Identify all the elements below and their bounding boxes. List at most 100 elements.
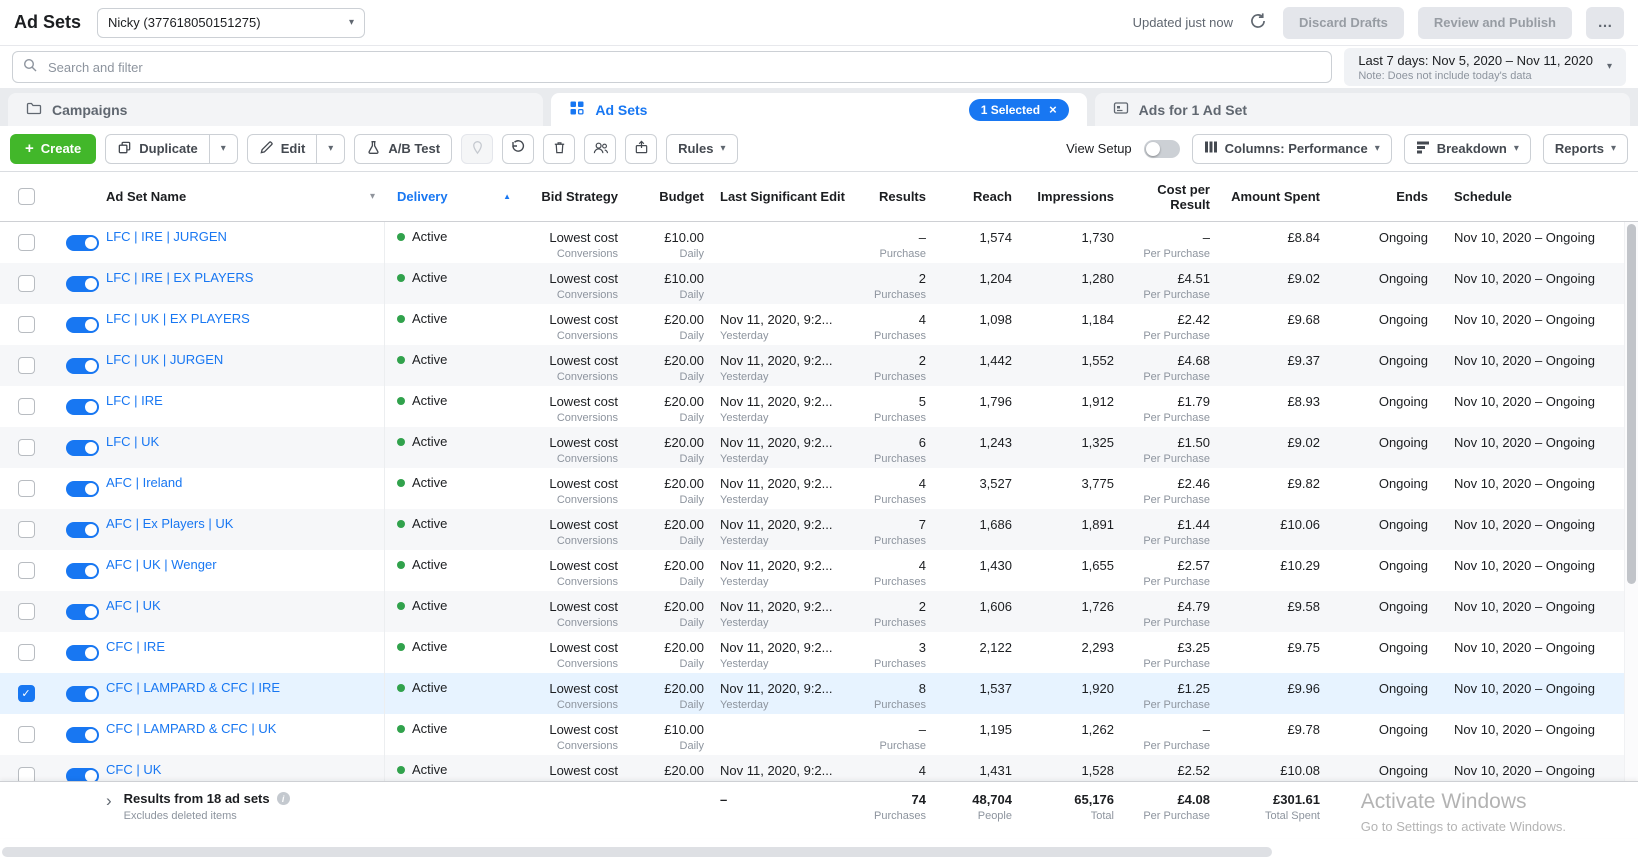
row-checkbox[interactable]: [18, 767, 35, 781]
more-options-button[interactable]: …: [1586, 7, 1624, 39]
audiences-button[interactable]: [584, 134, 616, 164]
row-checkbox[interactable]: [18, 234, 35, 251]
rules-button[interactable]: Rules ▾: [666, 134, 737, 164]
review-and-publish-button[interactable]: Review and Publish: [1418, 7, 1572, 39]
status-toggle[interactable]: [66, 276, 99, 292]
expand-totals-chevron[interactable]: ›: [106, 792, 112, 809]
horizontal-scrollbar[interactable]: [0, 838, 1638, 866]
table-row[interactable]: CFC | LAMPARD & CFC | IRE Active Lowest …: [0, 673, 1638, 714]
table-row[interactable]: CFC | LAMPARD & CFC | UK Active Lowest c…: [0, 714, 1638, 755]
row-checkbox[interactable]: [18, 275, 35, 292]
status-toggle[interactable]: [66, 235, 99, 251]
row-checkbox[interactable]: [18, 398, 35, 415]
edit-button[interactable]: Edit: [247, 134, 318, 164]
horizontal-scrollbar-thumb[interactable]: [2, 847, 1272, 857]
status-toggle[interactable]: [66, 686, 99, 702]
ad-set-name-link[interactable]: CFC | UK: [106, 762, 161, 777]
table-row[interactable]: LFC | UK | JURGEN Active Lowest costConv…: [0, 345, 1638, 386]
ad-set-name-link[interactable]: LFC | UK: [106, 434, 159, 449]
duplicate-dropdown-button[interactable]: ▾: [210, 134, 238, 164]
select-all-checkbox[interactable]: [18, 188, 35, 205]
column-header-reach[interactable]: Reach: [940, 189, 1026, 204]
ad-set-name-link[interactable]: LFC | IRE | EX PLAYERS: [106, 270, 253, 285]
status-toggle[interactable]: [66, 399, 99, 415]
status-toggle[interactable]: [66, 358, 99, 374]
breakdown-button[interactable]: Breakdown ▾: [1404, 134, 1531, 164]
column-header-results[interactable]: Results: [848, 189, 940, 204]
tab-ads[interactable]: Ads for 1 Ad Set: [1095, 93, 1630, 126]
column-header-last-significant-edit[interactable]: Last Significant Edit: [718, 189, 848, 204]
reports-button[interactable]: Reports ▾: [1543, 134, 1628, 164]
revert-button[interactable]: [502, 134, 534, 164]
columns-button[interactable]: Columns: Performance ▾: [1192, 134, 1392, 164]
column-header-impressions[interactable]: Impressions: [1026, 189, 1128, 204]
scrollbar-thumb[interactable]: [1627, 224, 1636, 584]
table-row[interactable]: LFC | UK Active Lowest costConversions £…: [0, 427, 1638, 468]
table-row[interactable]: LFC | IRE Active Lowest costConversions …: [0, 386, 1638, 427]
row-checkbox[interactable]: [18, 603, 35, 620]
status-toggle[interactable]: [66, 440, 99, 456]
row-checkbox[interactable]: [18, 562, 35, 579]
ab-test-button[interactable]: A/B Test: [354, 134, 452, 164]
account-selector[interactable]: Nicky (377618050151275) ▾: [97, 8, 365, 38]
vertical-scrollbar[interactable]: [1624, 222, 1638, 781]
view-setup-toggle[interactable]: [1144, 140, 1180, 158]
status-toggle[interactable]: [66, 645, 99, 661]
ad-set-name-link[interactable]: CFC | LAMPARD & CFC | IRE: [106, 680, 280, 695]
table-row[interactable]: LFC | IRE | EX PLAYERS Active Lowest cos…: [0, 263, 1638, 304]
status-toggle[interactable]: [66, 481, 99, 497]
column-header-bid-strategy[interactable]: Bid Strategy: [527, 189, 632, 204]
tab-ad-sets[interactable]: Ad Sets 1 Selected ×: [551, 93, 1086, 126]
ad-set-name-link[interactable]: LFC | IRE | JURGEN: [106, 229, 227, 244]
table-row[interactable]: AFC | UK Active Lowest costConversions £…: [0, 591, 1638, 632]
date-range-selector[interactable]: Last 7 days: Nov 5, 2020 – Nov 11, 2020 …: [1344, 48, 1626, 86]
ad-set-name-link[interactable]: LFC | IRE: [106, 393, 163, 408]
column-header-ends[interactable]: Ends: [1334, 189, 1442, 204]
ad-set-name-link[interactable]: LFC | UK | JURGEN: [106, 352, 223, 367]
column-header-schedule[interactable]: Schedule: [1442, 189, 1638, 204]
edit-dropdown-button[interactable]: ▾: [317, 134, 345, 164]
pin-button[interactable]: [461, 134, 493, 164]
row-checkbox[interactable]: [18, 316, 35, 333]
column-header-delivery[interactable]: Delivery ▲: [385, 189, 527, 204]
row-checkbox[interactable]: [18, 439, 35, 456]
ad-set-name-link[interactable]: AFC | Ireland: [106, 475, 182, 490]
table-row[interactable]: CFC | UK Active Lowest costConversions £…: [0, 755, 1638, 781]
column-header-ad-set-name[interactable]: Ad Set Name ▾: [100, 189, 385, 204]
row-checkbox[interactable]: [18, 685, 35, 702]
table-row[interactable]: AFC | UK | Wenger Active Lowest costConv…: [0, 550, 1638, 591]
table-row[interactable]: AFC | Ireland Active Lowest costConversi…: [0, 468, 1638, 509]
export-button[interactable]: [625, 134, 657, 164]
ad-set-name-link[interactable]: CFC | LAMPARD & CFC | UK: [106, 721, 276, 736]
delete-button[interactable]: [543, 134, 575, 164]
table-row[interactable]: LFC | UK | EX PLAYERS Active Lowest cost…: [0, 304, 1638, 345]
row-checkbox[interactable]: [18, 644, 35, 661]
table-row[interactable]: LFC | IRE | JURGEN Active Lowest costCon…: [0, 222, 1638, 263]
status-toggle[interactable]: [66, 317, 99, 333]
refresh-button[interactable]: [1247, 10, 1269, 35]
tab-campaigns[interactable]: Campaigns: [8, 93, 543, 126]
ad-set-name-link[interactable]: AFC | UK | Wenger: [106, 557, 217, 572]
discard-drafts-button[interactable]: Discard Drafts: [1283, 7, 1404, 39]
row-checkbox[interactable]: [18, 357, 35, 374]
ad-set-name-link[interactable]: LFC | UK | EX PLAYERS: [106, 311, 250, 326]
search-box[interactable]: [12, 51, 1332, 83]
status-toggle[interactable]: [66, 563, 99, 579]
row-checkbox[interactable]: [18, 726, 35, 743]
row-checkbox[interactable]: [18, 480, 35, 497]
deselect-icon[interactable]: ×: [1049, 103, 1057, 116]
info-icon[interactable]: i: [277, 792, 290, 805]
ad-set-name-link[interactable]: AFC | UK: [106, 598, 161, 613]
column-header-amount-spent[interactable]: Amount Spent: [1224, 189, 1334, 204]
status-toggle[interactable]: [66, 727, 99, 743]
column-header-cost-per-result[interactable]: Cost per Result: [1128, 182, 1224, 212]
ad-set-name-link[interactable]: CFC | IRE: [106, 639, 165, 654]
status-toggle[interactable]: [66, 604, 99, 620]
table-row[interactable]: CFC | IRE Active Lowest costConversions …: [0, 632, 1638, 673]
ad-set-name-link[interactable]: AFC | Ex Players | UK: [106, 516, 233, 531]
table-row[interactable]: AFC | Ex Players | UK Active Lowest cost…: [0, 509, 1638, 550]
search-input[interactable]: [46, 59, 1321, 76]
duplicate-button[interactable]: Duplicate: [105, 134, 210, 164]
status-toggle[interactable]: [66, 522, 99, 538]
create-button[interactable]: + Create: [10, 134, 96, 164]
